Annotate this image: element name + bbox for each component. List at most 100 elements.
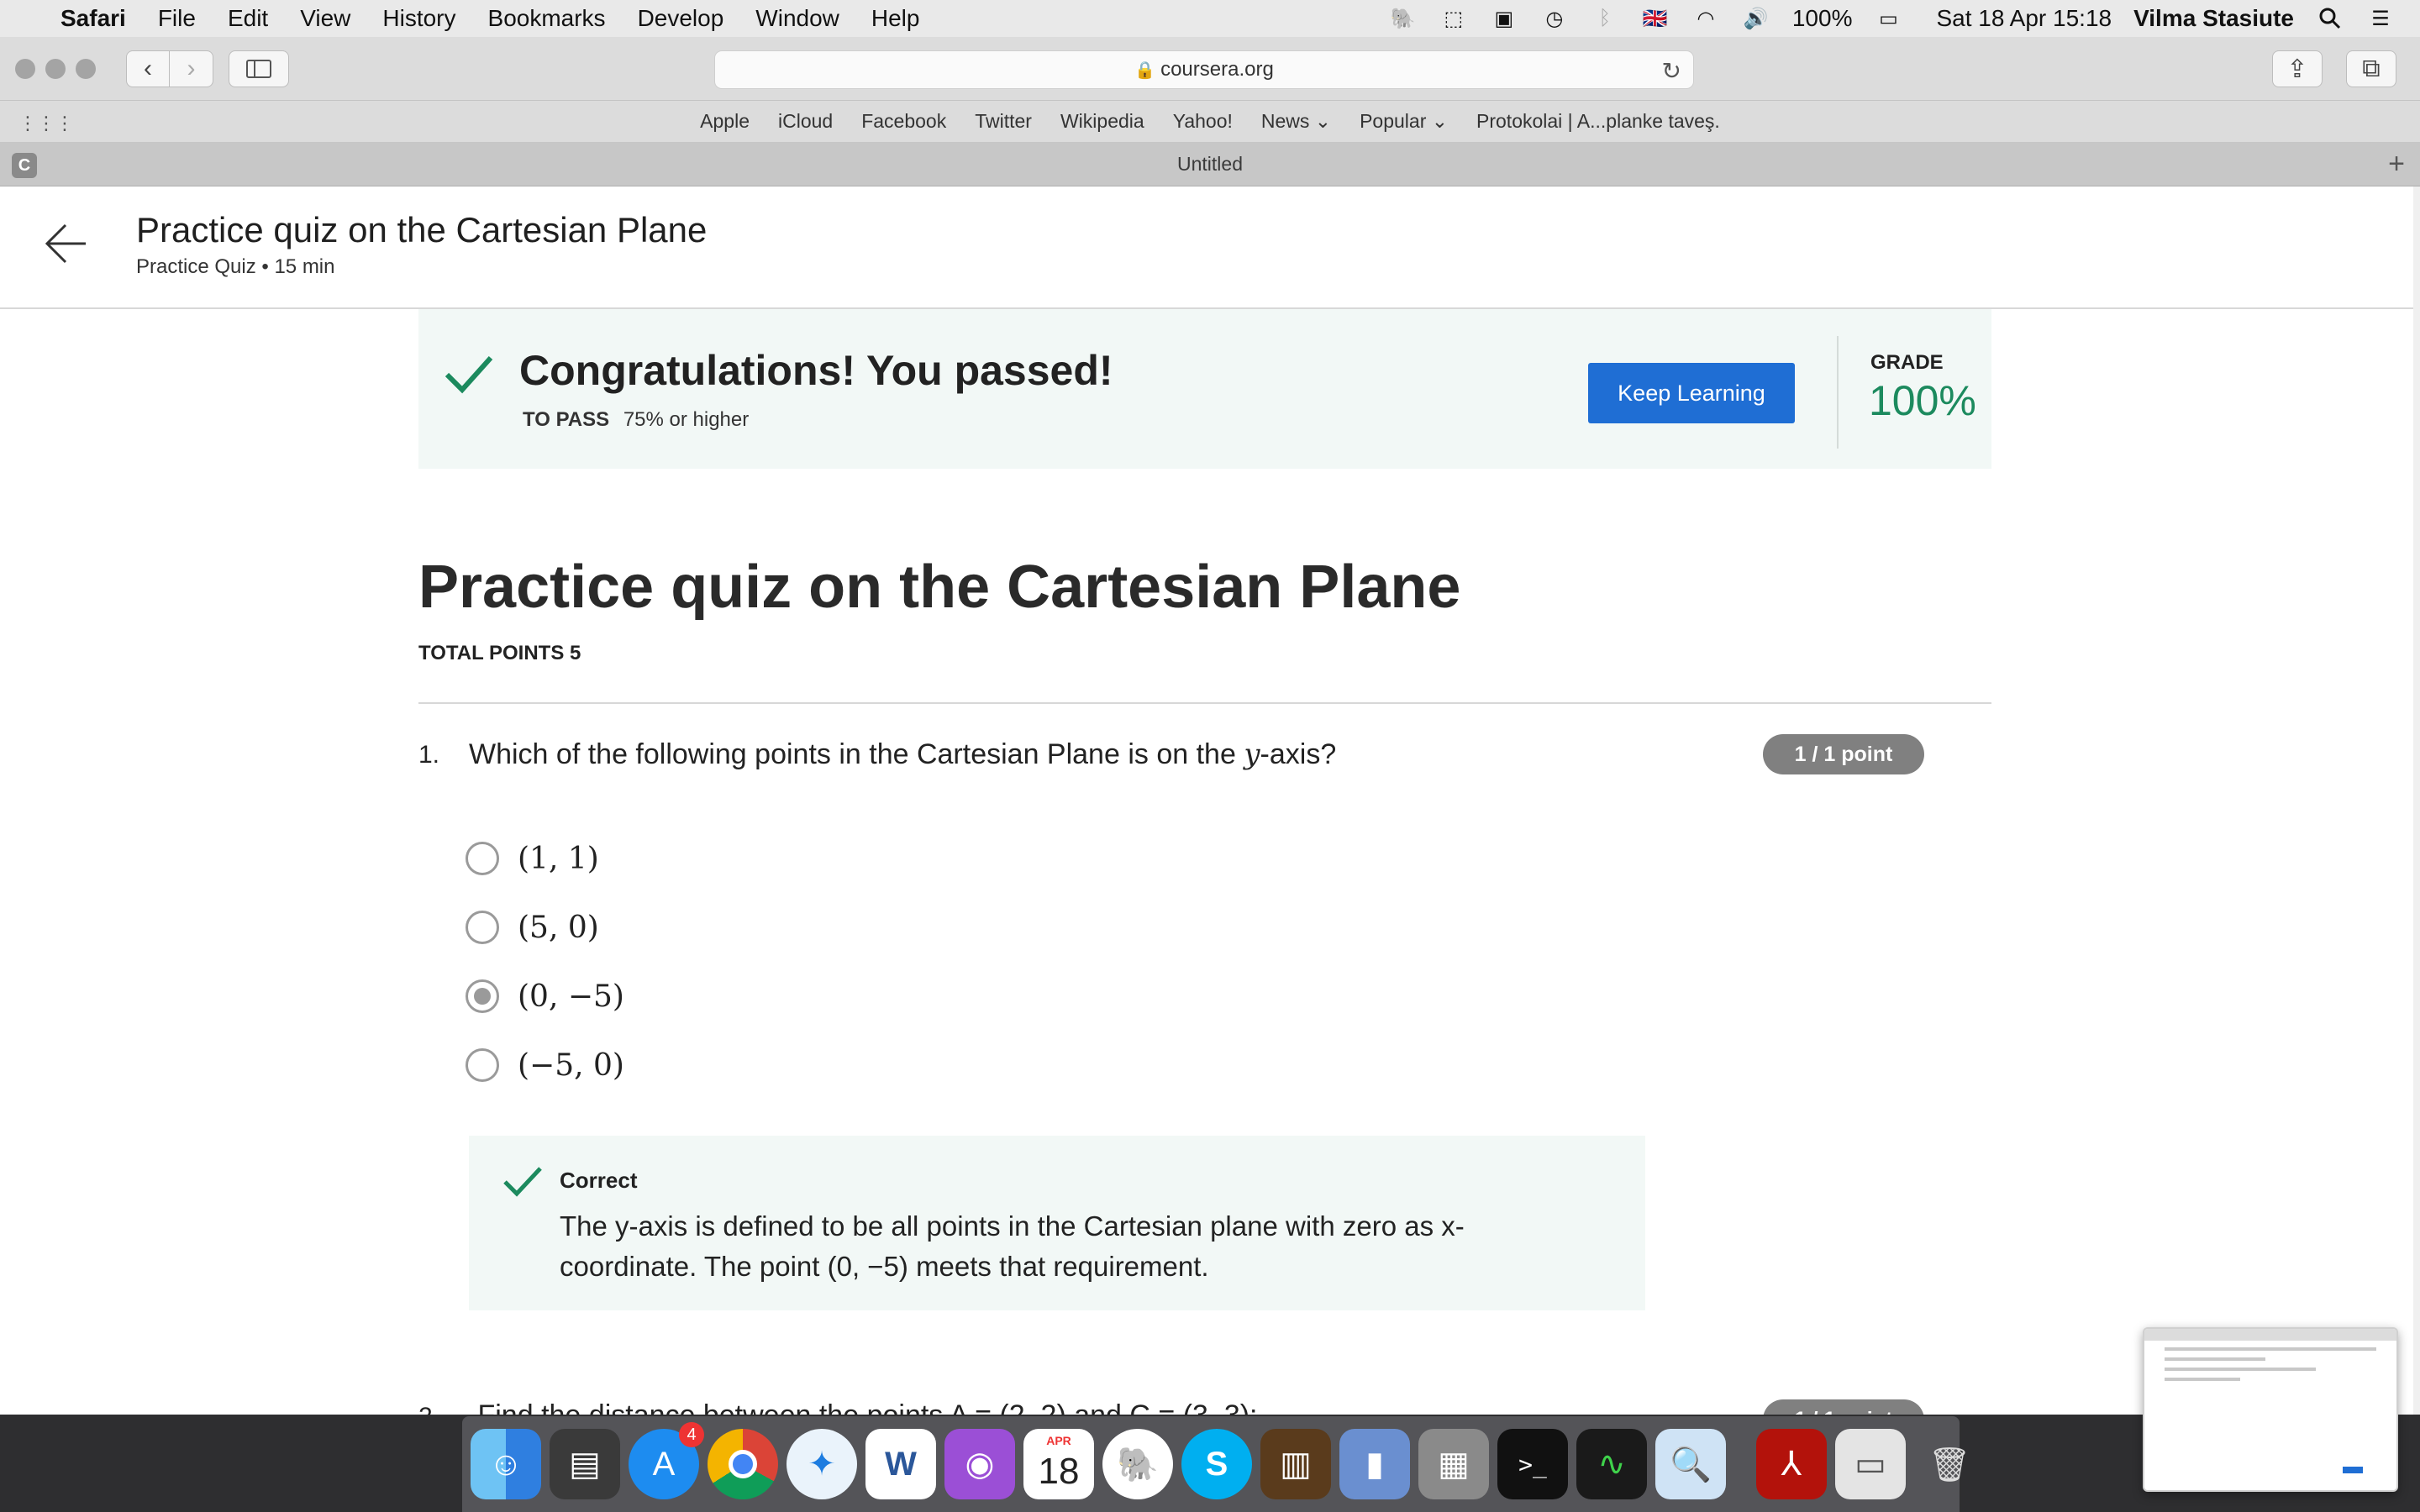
chrome-icon[interactable] (708, 1429, 778, 1499)
volume-icon[interactable]: 🔊 (1742, 6, 1770, 31)
app-store-icon[interactable]: A4 (629, 1422, 704, 1499)
pass-banner: Congratulations! You passed! TO PASS 75%… (418, 309, 1991, 469)
back-button[interactable]: ‹ (126, 50, 170, 87)
evernote-icon[interactable]: 🐘 (1102, 1429, 1173, 1499)
zoom-window-icon[interactable] (76, 59, 96, 79)
photo-browser-icon[interactable]: ▤ (550, 1429, 620, 1499)
menubar-datetime[interactable]: Sat 18 Apr 15:18 (1936, 5, 2112, 32)
option-label: (5, 0) (518, 910, 599, 945)
grade-divider (1837, 336, 1839, 449)
battery-icon[interactable]: ▭ (1874, 6, 1902, 31)
thumbnail-line (2165, 1378, 2240, 1381)
menu-history[interactable]: History (382, 5, 455, 32)
books-icon[interactable]: ▮ (1339, 1429, 1410, 1499)
favorite-twitter[interactable]: Twitter (975, 110, 1032, 133)
tab-overview-icon: ⧉ (2362, 55, 2381, 82)
menu-develop[interactable]: Develop (638, 5, 724, 32)
radio-button[interactable] (466, 911, 499, 944)
radio-button[interactable] (466, 1048, 499, 1082)
question-number: 1. (418, 741, 440, 769)
calibre-icon[interactable]: ▥ (1260, 1429, 1331, 1499)
divider (418, 702, 1991, 704)
screenshot-tray-icon[interactable]: ⬚ (1439, 6, 1468, 31)
calculator-icon[interactable]: ▦ (1418, 1429, 1489, 1499)
reload-icon[interactable]: ↻ (1662, 57, 1681, 85)
battery-percent[interactable]: 100% (1792, 5, 1853, 32)
menu-app-name[interactable]: Safari (60, 5, 126, 32)
close-window-icon[interactable] (15, 59, 35, 79)
acrobat-icon[interactable]: ⅄ (1756, 1429, 1827, 1499)
skype-icon[interactable]: S (1181, 1429, 1252, 1499)
web-page: Practice quiz on the Cartesian Plane Pra… (0, 186, 2413, 1512)
finder-icon[interactable]: ☺ (471, 1429, 541, 1499)
favorite-popular[interactable]: Popular ⌄ (1360, 110, 1448, 133)
menu-edit[interactable]: Edit (228, 5, 268, 32)
podcasts-icon[interactable]: ◉ (944, 1429, 1015, 1499)
minimize-window-icon[interactable] (45, 59, 66, 79)
url-text: coursera.org (1160, 58, 1274, 81)
back-arrow-icon[interactable] (42, 220, 89, 267)
thumbnail-button (2343, 1467, 2363, 1473)
chrome-center-icon (729, 1450, 757, 1478)
menu-window[interactable]: Window (755, 5, 839, 32)
thumbnail-menubar (2144, 1329, 2396, 1341)
favorite-protokolai[interactable]: Protokolai | A...planke taveş. (1476, 110, 1720, 133)
airplay-tray-icon[interactable]: ▣ (1490, 6, 1518, 31)
time-machine-icon[interactable]: ◷ (1540, 6, 1569, 31)
keep-learning-button[interactable]: Keep Learning (1588, 363, 1795, 423)
answer-option[interactable]: (1, 1) (466, 838, 599, 879)
menu-view[interactable]: View (300, 5, 350, 32)
address-bar[interactable]: 🔒 coursera.org ↻ (714, 50, 1694, 89)
new-tab-icon[interactable]: + (2388, 148, 2405, 181)
favorite-facebook[interactable]: Facebook (861, 110, 946, 133)
terminal-icon[interactable]: >_ (1497, 1429, 1568, 1499)
tab-overview-button[interactable]: ⧉ (2346, 50, 2396, 87)
calendar-icon[interactable]: APR 18 (1023, 1429, 1094, 1499)
favorite-news[interactable]: News ⌄ (1261, 110, 1331, 133)
nav-buttons: ‹ › (126, 50, 213, 87)
evernote-tray-icon[interactable]: 🐘 (1389, 6, 1418, 31)
feedback-box: Correct The y-axis is defined to be all … (469, 1136, 1645, 1310)
favorite-wikipedia[interactable]: Wikipedia (1060, 110, 1144, 133)
menu-bookmarks[interactable]: Bookmarks (488, 5, 606, 32)
sidebar-toggle-button[interactable] (229, 50, 289, 87)
tab-title[interactable]: Untitled (1177, 153, 1243, 176)
menubar-user[interactable]: Vilma Stasiute (2133, 5, 2294, 32)
word-icon[interactable]: W (865, 1429, 936, 1499)
dock: ☺ ▤ A4 ✦ W ◉ APR 18 🐘 S ▥ ▮ ▦ >_ ∿ 🔍 ⅄ ▭… (462, 1416, 1970, 1512)
answer-option-selected[interactable]: (0, −5) (466, 976, 624, 1016)
favorite-icloud[interactable]: iCloud (778, 110, 833, 133)
menu-file[interactable]: File (158, 5, 196, 32)
radio-button-selected[interactable] (466, 979, 499, 1013)
radio-button[interactable] (466, 842, 499, 875)
screenshot-thumbnail[interactable] (2143, 1327, 2398, 1492)
safari-icon[interactable]: ✦ (786, 1429, 857, 1499)
favorite-apple[interactable]: Apple (700, 110, 750, 133)
thumbnail-line (2165, 1357, 2265, 1361)
favorite-yahoo[interactable]: Yahoo! (1173, 110, 1233, 133)
option-label: (1, 1) (518, 841, 599, 876)
document-icon[interactable]: ▭ (1835, 1429, 1906, 1499)
menu-help[interactable]: Help (871, 5, 920, 32)
to-pass-label: TO PASS (523, 408, 610, 431)
notification-center-icon[interactable]: ☰ (2366, 6, 2395, 31)
to-pass-info: TO PASS 75% or higher (523, 408, 749, 432)
activity-monitor-icon[interactable]: ∿ (1576, 1429, 1647, 1499)
preview-icon[interactable]: 🔍 (1655, 1429, 1726, 1499)
share-button[interactable]: ⇪ (2272, 50, 2323, 87)
input-source-flag-icon[interactable]: 🇬🇧 (1641, 6, 1670, 31)
spotlight-search-icon[interactable] (2316, 6, 2344, 31)
trash-icon[interactable]: 🗑 (1914, 1429, 1985, 1499)
favorites-bar: ⋮⋮⋮ Apple iCloud Facebook Twitter Wikipe… (0, 101, 2420, 143)
scrollbar[interactable] (2413, 186, 2420, 1512)
forward-button[interactable]: › (170, 50, 213, 87)
wifi-icon[interactable]: ◠ (1691, 6, 1720, 31)
correct-check-icon (503, 1167, 542, 1197)
question-text: Which of the following points in the Car… (469, 738, 1336, 771)
answer-option[interactable]: (−5, 0) (466, 1045, 624, 1085)
window-controls (15, 59, 96, 79)
bluetooth-icon[interactable]: ᛒ (1591, 6, 1619, 31)
answer-option[interactable]: (5, 0) (466, 907, 599, 948)
total-points: TOTAL POINTS 5 (418, 642, 581, 664)
favorites-grid-icon[interactable]: ⋮⋮⋮ (18, 113, 74, 134)
